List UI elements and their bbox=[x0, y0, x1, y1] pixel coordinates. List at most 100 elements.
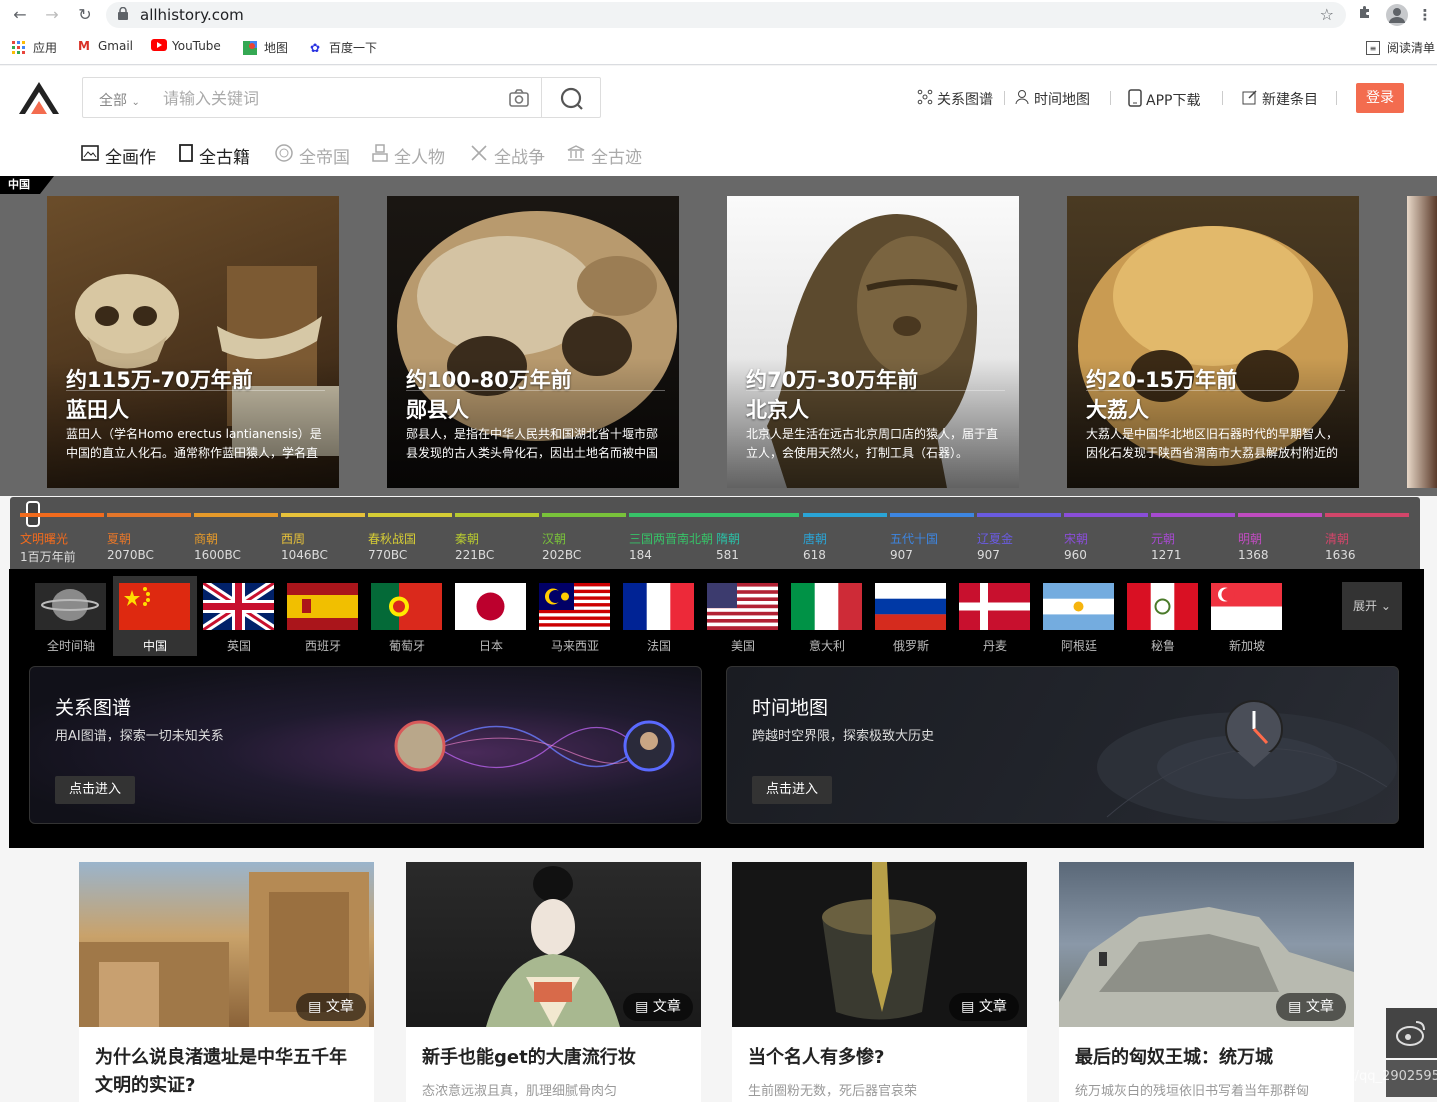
bookmark-baidu[interactable]: ✿ 百度一下 bbox=[308, 39, 377, 56]
country-tab[interactable]: 葡萄牙 bbox=[365, 576, 449, 656]
timeline-dynasty-label[interactable]: 秦朝 bbox=[455, 530, 479, 547]
article-card[interactable]: ▤ 文章 当个名人有多惨? 生前圈粉无数，死后器官哀荣 bbox=[732, 862, 1027, 1102]
bookmark-maps[interactable]: 地图 bbox=[243, 39, 288, 56]
login-button[interactable]: 登录 bbox=[1356, 83, 1404, 113]
timeline-segment[interactable] bbox=[542, 513, 626, 517]
bookmark-apps[interactable]: 应用 bbox=[12, 39, 57, 56]
article-tag-label: 文章 bbox=[978, 999, 1007, 1015]
country-tab[interactable]: 中国 bbox=[113, 576, 197, 656]
article-card[interactable]: ▤ 文章 为什么说良渚遗址是中华五千年文明的实证? bbox=[79, 862, 374, 1102]
profile-avatar-icon[interactable] bbox=[1386, 4, 1408, 26]
enter-button[interactable]: 点击进入 bbox=[752, 776, 832, 804]
country-tab[interactable]: 日本 bbox=[449, 576, 533, 656]
hero-card-lantian[interactable]: 约115万-70万年前 蓝田人 蓝田人（学名Homo erectus lanti… bbox=[47, 196, 339, 488]
hero-card-dali[interactable]: 约20-15万年前 大荔人 大荔人是中国华北地区旧石器时代的早期智人，因化石发现… bbox=[1067, 196, 1359, 488]
category-paintings[interactable]: 全画作 bbox=[81, 143, 156, 168]
timeline-segment[interactable] bbox=[194, 513, 278, 517]
country-tab[interactable]: 意大利 bbox=[785, 576, 869, 656]
timeline-segment[interactable] bbox=[368, 513, 452, 517]
country-flag-icon bbox=[875, 583, 946, 630]
card-title: 蓝田人 bbox=[66, 398, 129, 422]
timeline-dynasty-label[interactable]: 辽夏金 bbox=[977, 530, 1013, 547]
timeline-segment[interactable] bbox=[107, 513, 191, 517]
relation-graph-link[interactable]: 关系图谱 bbox=[917, 89, 993, 109]
app-download-link[interactable]: APP下载 bbox=[1128, 89, 1200, 111]
timeline-segment[interactable] bbox=[803, 513, 887, 517]
category-empires[interactable]: 全帝国 bbox=[275, 143, 350, 168]
timeline-dynasty-label[interactable]: 明朝 bbox=[1238, 530, 1262, 547]
header-divider bbox=[1110, 91, 1111, 105]
country-tab[interactable]: 新加坡 bbox=[1205, 576, 1289, 656]
enter-button[interactable]: 点击进入 bbox=[55, 776, 135, 804]
timeline-segment[interactable] bbox=[20, 513, 104, 517]
timeline-year-label: 770BC bbox=[368, 548, 408, 562]
country-tab[interactable]: 全时间轴 bbox=[29, 576, 113, 656]
article-card[interactable]: ▤ 文章 最后的匈奴王城：统万城 统万城灰白的残垣依旧书写着当年那群匈 bbox=[1059, 862, 1354, 1102]
address-bar[interactable]: allhistory.com ☆ bbox=[106, 2, 1346, 28]
expand-button[interactable]: 展开 ⌄ bbox=[1342, 582, 1402, 630]
timeline-segment[interactable] bbox=[629, 513, 799, 517]
timeline-segment[interactable] bbox=[1238, 513, 1322, 517]
country-tab[interactable]: 马来西亚 bbox=[533, 576, 617, 656]
hero-card-beijing[interactable]: 约70万-30万年前 北京人 北京人是生活在远古北京周口店的猿人，届于直立人，会… bbox=[727, 196, 1019, 488]
card-divider bbox=[1086, 390, 1345, 391]
country-tab[interactable]: 西班牙 bbox=[281, 576, 365, 656]
timeline-dynasty-label[interactable]: 元朝 bbox=[1151, 530, 1175, 547]
timeline-segment[interactable] bbox=[281, 513, 365, 517]
bookmark-star-icon[interactable]: ☆ bbox=[1320, 5, 1334, 24]
back-arrow-icon[interactable]: ← bbox=[10, 5, 30, 25]
search-input[interactable] bbox=[163, 85, 493, 111]
timeline-dynasty-label[interactable]: 三国两晋南北朝 bbox=[629, 530, 713, 547]
timeline-dynasty-label[interactable]: 文明曙光 bbox=[20, 530, 68, 547]
timeline-dynasty-label[interactable]: 五代十国 bbox=[890, 530, 938, 547]
reload-icon[interactable]: ↻ bbox=[75, 5, 95, 25]
new-entry-link[interactable]: 新建条目 bbox=[1242, 89, 1318, 109]
weibo-share-button[interactable] bbox=[1386, 1008, 1437, 1058]
timeline-dynasty-label[interactable]: 西周 bbox=[281, 530, 305, 547]
person-pin-icon bbox=[1014, 89, 1030, 109]
extensions-puzzle-icon[interactable] bbox=[1354, 4, 1376, 26]
country-tab[interactable]: 秘鲁 bbox=[1121, 576, 1205, 656]
timeline-segment[interactable] bbox=[1064, 513, 1148, 517]
timeline-segment[interactable] bbox=[890, 513, 974, 517]
bookmark-youtube[interactable]: YouTube bbox=[151, 39, 221, 53]
time-map-link[interactable]: 时间地图 bbox=[1014, 89, 1090, 109]
forward-arrow-icon[interactable]: → bbox=[42, 5, 62, 25]
timeline-dynasty-label[interactable]: 宋朝 bbox=[1064, 530, 1088, 547]
country-tab[interactable]: 美国 bbox=[701, 576, 785, 656]
timeline-dynasty-label[interactable]: 清朝 bbox=[1325, 530, 1349, 547]
time-map-feature[interactable]: 时间地图 跨越时空界限，探索极致大历史 点击进入 bbox=[726, 666, 1399, 824]
country-tab[interactable]: 英国 bbox=[197, 576, 281, 656]
hero-card-yunxian[interactable]: 约100-80万年前 郧县人 郧县人，是指在中华人民共和国湖北省十堰市郧县发现的… bbox=[387, 196, 679, 488]
timeline-segment[interactable] bbox=[977, 513, 1061, 517]
category-sites[interactable]: 全古迹 bbox=[567, 143, 642, 168]
hero-card-next-partial[interactable] bbox=[1407, 196, 1437, 488]
category-books[interactable]: 全古籍 bbox=[179, 143, 250, 168]
timeline-segment[interactable] bbox=[455, 513, 539, 517]
url-text: allhistory.com bbox=[140, 6, 244, 24]
search-button[interactable] bbox=[541, 78, 601, 117]
article-card[interactable]: ▤ 文章 新手也能get的大唐流行妆 态浓意远淑且真，肌理细腻骨肉匀 bbox=[406, 862, 701, 1102]
relation-graph-feature[interactable]: 关系图谱 用AI图谱，探索一切未知关系 点击进入 bbox=[29, 666, 702, 824]
search-scope-dropdown[interactable]: 全部 ⌄ bbox=[99, 90, 140, 110]
allhistory-logo[interactable] bbox=[17, 80, 61, 116]
timeline-dynasty-label[interactable]: 商朝 bbox=[194, 530, 218, 547]
bookmark-gmail[interactable]: M Gmail bbox=[77, 39, 133, 53]
card-divider bbox=[406, 390, 665, 391]
timeline-dynasty-label[interactable]: 夏朝 bbox=[107, 530, 131, 547]
timeline-segment[interactable] bbox=[1151, 513, 1235, 517]
menu-dots-icon[interactable]: ⋮ bbox=[1414, 4, 1436, 26]
country-tab[interactable]: 阿根廷 bbox=[1037, 576, 1121, 656]
camera-search-icon[interactable] bbox=[509, 89, 529, 107]
country-tab[interactable]: 法国 bbox=[617, 576, 701, 656]
timeline-dynasty-label[interactable]: 唐朝 bbox=[803, 530, 827, 547]
category-wars[interactable]: 全战争 bbox=[470, 143, 545, 168]
reading-list[interactable]: ≡ 阅读清单 bbox=[1366, 39, 1435, 56]
country-tab[interactable]: 俄罗斯 bbox=[869, 576, 953, 656]
timeline-dynasty-label[interactable]: 隋朝 bbox=[716, 530, 740, 547]
timeline-segment[interactable] bbox=[1325, 513, 1409, 517]
country-tab[interactable]: 丹麦 bbox=[953, 576, 1037, 656]
timeline-dynasty-label[interactable]: 春秋战国 bbox=[368, 530, 416, 547]
timeline-dynasty-label[interactable]: 汉朝 bbox=[542, 530, 566, 547]
category-people[interactable]: 全人物 bbox=[372, 143, 445, 168]
